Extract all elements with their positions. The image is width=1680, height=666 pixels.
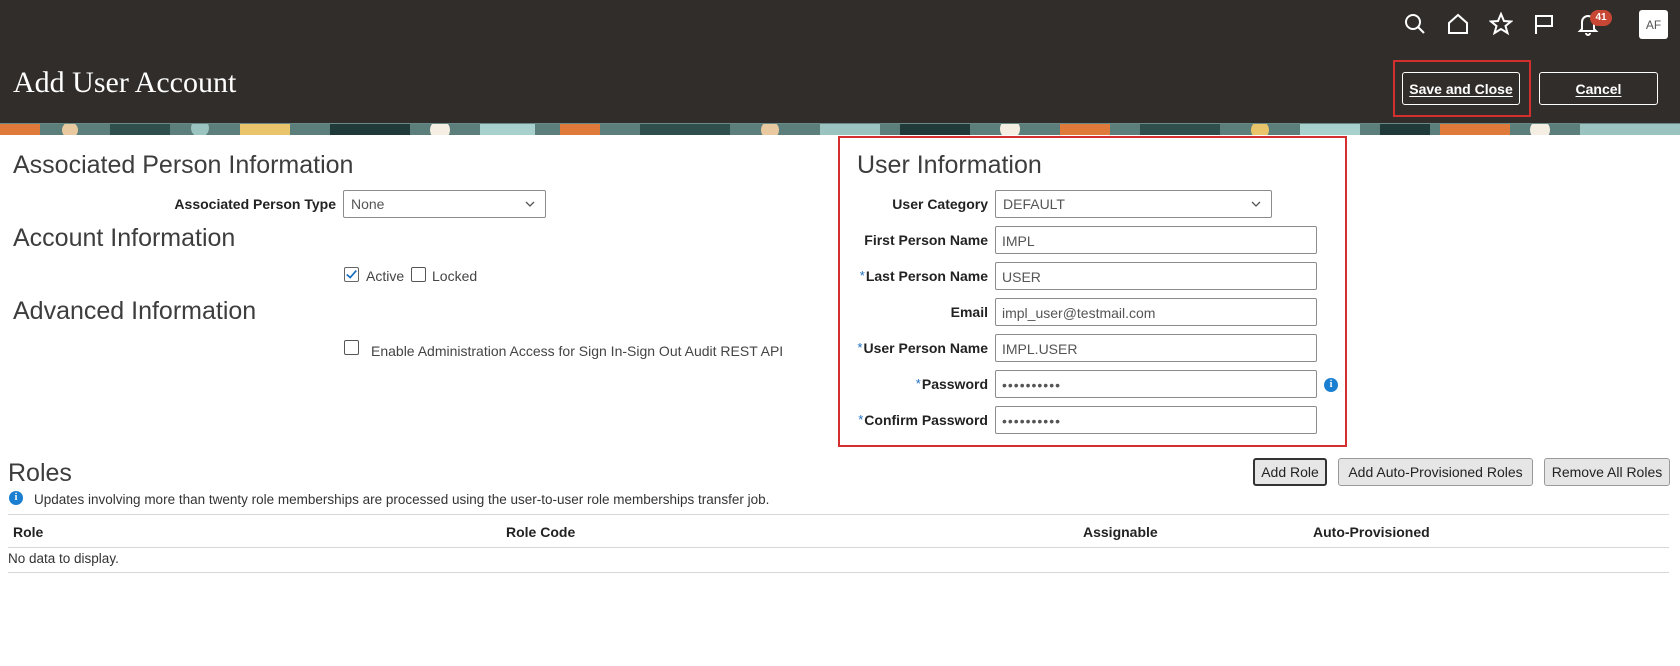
confirm-password-field[interactable]: •••••••••• — [995, 406, 1317, 434]
associated-person-type-value: None — [351, 196, 385, 212]
decorative-banner — [0, 123, 1680, 135]
first-name-field[interactable]: IMPL — [995, 226, 1317, 254]
star-icon[interactable] — [1487, 10, 1515, 38]
last-name-label: *Last Person Name — [850, 268, 988, 284]
column-header-role[interactable]: Role — [13, 524, 43, 540]
first-name-label: First Person Name — [864, 232, 988, 248]
password-label-text: Password — [921, 376, 988, 392]
user-category-value: DEFAULT — [1003, 196, 1065, 212]
active-label: Active — [366, 268, 405, 284]
notification-count-badge: 41 — [1590, 10, 1612, 26]
audit-access-label: Enable Administration Access for Sign In… — [371, 343, 784, 359]
table-top-divider — [8, 514, 1669, 515]
user-name-field[interactable]: IMPL.USER — [995, 334, 1317, 362]
password-field[interactable]: •••••••••• — [995, 370, 1317, 398]
required-marker: * — [857, 340, 863, 355]
chevron-down-icon — [1251, 201, 1261, 207]
home-icon[interactable] — [1444, 10, 1472, 38]
user-info-heading: User Information — [857, 151, 1042, 179]
associated-person-heading: Associated Person Information — [13, 151, 354, 179]
associated-person-type-label: Associated Person Type — [174, 196, 336, 212]
roles-note: Updates involving more than twenty role … — [34, 492, 770, 507]
column-header-role-code[interactable]: Role Code — [506, 524, 575, 540]
user-category-select[interactable]: DEFAULT — [995, 190, 1272, 218]
info-icon[interactable]: i — [1324, 378, 1338, 392]
table-bottom-divider — [8, 572, 1669, 573]
no-data-message: No data to display. — [8, 551, 119, 566]
avatar[interactable]: AF — [1639, 10, 1668, 39]
email-label: Email — [950, 304, 988, 320]
column-header-auto-provisioned[interactable]: Auto-Provisioned — [1313, 524, 1430, 540]
required-marker: * — [915, 376, 921, 391]
audit-access-checkbox[interactable] — [344, 340, 359, 355]
advanced-info-heading: Advanced Information — [13, 297, 257, 325]
highlight-user-information — [838, 136, 1347, 447]
required-marker: * — [859, 268, 865, 283]
remove-all-roles-button[interactable]: Remove All Roles — [1544, 458, 1670, 486]
user-name-label: *User Person Name — [850, 340, 988, 356]
search-icon[interactable] — [1401, 10, 1429, 38]
add-role-button[interactable]: Add Role — [1253, 458, 1327, 486]
column-header-assignable[interactable]: Assignable — [1083, 524, 1158, 540]
email-field[interactable]: impl_user@testmail.com — [995, 298, 1317, 326]
confirm-password-label: *Confirm Password — [850, 412, 988, 428]
locked-label: Locked — [432, 268, 478, 284]
banner-pattern — [0, 123, 1680, 135]
table-header-divider — [8, 547, 1669, 548]
associated-person-type-select[interactable]: None — [343, 190, 546, 218]
locked-checkbox[interactable] — [411, 267, 426, 282]
user-name-label-text: User Person Name — [863, 340, 988, 356]
flag-icon[interactable] — [1530, 10, 1558, 38]
save-and-close-button[interactable]: Save and Close — [1402, 72, 1520, 105]
required-marker: * — [858, 412, 864, 427]
password-label: *Password — [850, 376, 988, 392]
confirm-password-label-text: Confirm Password — [864, 412, 988, 428]
account-info-heading: Account Information — [13, 224, 236, 252]
user-category-label: User Category — [892, 196, 988, 212]
last-name-field[interactable]: USER — [995, 262, 1317, 290]
checkmark-icon — [346, 270, 357, 279]
chevron-down-icon — [525, 201, 535, 207]
active-checkbox[interactable] — [344, 267, 359, 282]
last-name-label-text: Last Person Name — [865, 268, 988, 284]
add-auto-provisioned-roles-button[interactable]: Add Auto-Provisioned Roles — [1338, 458, 1533, 486]
cancel-button[interactable]: Cancel — [1539, 72, 1658, 105]
roles-heading: Roles — [8, 459, 72, 487]
page-title: Add User Account — [13, 66, 237, 99]
info-icon: i — [9, 491, 23, 505]
